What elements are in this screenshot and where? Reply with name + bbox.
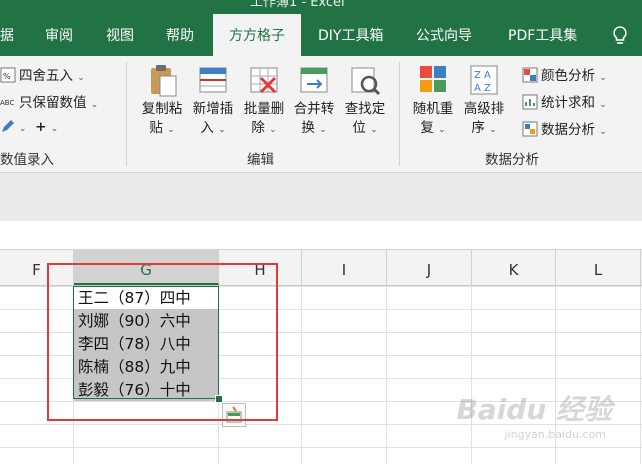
group-separator <box>399 62 400 166</box>
group-label-numeric-input: 数值录入 <box>0 152 54 168</box>
collapsed-area <box>0 173 642 221</box>
copy-paste-button[interactable]: 复制粘 贴 ⌄ <box>137 62 187 140</box>
abc-icon: ABC <box>0 99 14 107</box>
clipboard-icon <box>151 65 177 97</box>
stat-sum-button[interactable]: 统计求和 ⌄ <box>522 91 607 111</box>
title-bar: 工作簿1 - Excel <box>0 0 642 14</box>
grid-line <box>386 286 387 464</box>
svg-text:ABC: ABC <box>0 99 14 107</box>
watermark-url: jingyan.baidu.com <box>504 428 606 441</box>
color-grid-icon <box>522 67 538 83</box>
svg-text:%: % <box>3 72 11 81</box>
delete-grid-icon <box>250 67 278 94</box>
data-analysis-icon <box>522 121 538 137</box>
group-label-data-analysis: 数据分析 <box>485 152 539 168</box>
tab-review[interactable]: 审阅 <box>45 14 73 56</box>
column-header-i[interactable]: I <box>302 250 387 285</box>
tab-formula-wizard[interactable]: 公式向导 <box>416 14 472 56</box>
edit-pen-icon <box>2 120 14 132</box>
random-repeat-button[interactable]: 随机重 复 ⌄ <box>408 62 458 140</box>
group-separator <box>126 62 127 166</box>
insert-button[interactable]: 新增插 入 ⌄ <box>188 62 238 140</box>
round-icon: % <box>0 67 16 83</box>
batch-delete-button[interactable]: 批量删 除 ⌄ <box>239 62 289 140</box>
annotation-highlight-box <box>47 263 278 421</box>
quick-input-buttons[interactable]: ⌄ + ⌄ <box>0 118 58 135</box>
column-header-l[interactable]: L <box>556 250 641 285</box>
sort-az-icon: Z A A Z <box>470 65 498 95</box>
tab-pdf-tools[interactable]: PDF工具集 <box>508 14 577 56</box>
advanced-sort-button[interactable]: Z A A Z 高级排 序 ⌄ <box>459 62 509 140</box>
stats-icon <box>522 94 538 110</box>
merge-convert-button[interactable]: 合并转 换 ⌄ <box>289 62 339 140</box>
merge-convert-icon <box>300 67 328 93</box>
tab-fangfangegezi[interactable]: 方方格子 <box>213 14 301 56</box>
column-header-k[interactable]: K <box>472 250 556 285</box>
color-analysis-button[interactable]: 颜色分析 ⌄ <box>522 64 607 84</box>
ribbon-tabs: 据 审阅 视图 帮助 方方格子 DIY工具箱 公式向导 PDF工具集 <box>0 14 642 56</box>
round-button[interactable]: % 四舍五入 ⌄ <box>0 64 85 84</box>
group-label-edit: 编辑 <box>247 152 274 168</box>
find-locate-button[interactable]: 查找定 位 ⌄ <box>340 62 390 140</box>
svg-text:Z A: Z A <box>474 70 491 81</box>
lightbulb-icon[interactable] <box>612 26 628 46</box>
find-icon <box>351 67 381 96</box>
tab-view[interactable]: 视图 <box>106 14 134 56</box>
tab-data[interactable]: 据 <box>0 14 14 56</box>
svg-text:A Z: A Z <box>474 83 491 94</box>
insert-rows-icon <box>199 67 227 93</box>
tab-diy-toolbox[interactable]: DIY工具箱 <box>318 14 383 56</box>
plus-icon: + <box>35 119 47 135</box>
grid-line <box>640 286 641 464</box>
column-header-j[interactable]: J <box>387 250 472 285</box>
keep-values-button[interactable]: ABC 只保留数值 ⌄ <box>0 91 98 111</box>
formula-bar[interactable] <box>0 221 642 250</box>
round-label: 四舍五入 <box>19 68 73 84</box>
window-title: 工作簿1 - Excel <box>250 0 345 10</box>
keep-values-label: 只保留数值 <box>19 95 87 111</box>
data-analysis-button[interactable]: 数据分析 ⌄ <box>522 118 607 138</box>
random-blocks-icon <box>420 66 446 92</box>
grid-line <box>301 286 302 464</box>
tab-help[interactable]: 帮助 <box>166 14 194 56</box>
watermark-logo: Baidu 经验 <box>456 393 612 426</box>
grid-line <box>471 286 472 464</box>
ribbon-panel: % 四舍五入 ⌄ ABC 只保留数值 ⌄ ⌄ + ⌄ 数值录入 复制粘 贴 ⌄ 新增… <box>0 56 642 173</box>
